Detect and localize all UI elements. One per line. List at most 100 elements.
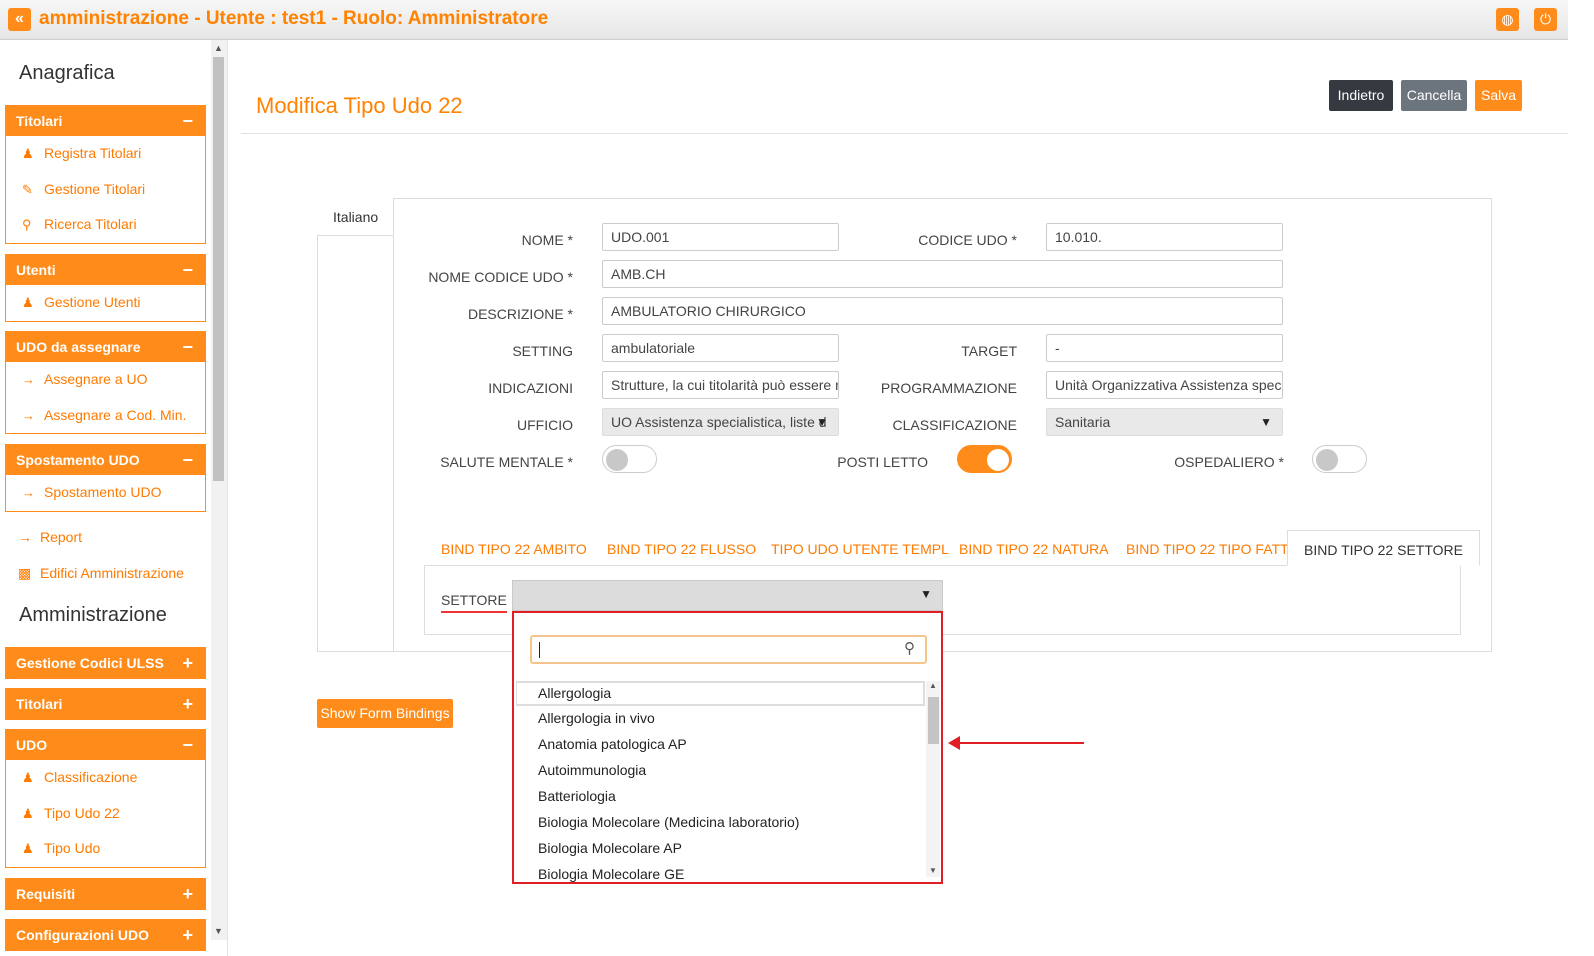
panel-header-gestione-codici-ulss[interactable]: Gestione Codici ULSS +: [6, 648, 205, 678]
save-button[interactable]: Salva: [1475, 80, 1522, 111]
panel-header-label: UDO: [16, 737, 48, 753]
double-chevron-left-icon[interactable]: «: [8, 8, 31, 31]
section-title-amministrazione: Amministrazione: [19, 604, 167, 626]
sidebar-item-spostamento-udo[interactable]: → Spostamento UDO: [6, 475, 205, 511]
panel-header-label: UDO da assegnare: [16, 339, 141, 355]
setting-field[interactable]: ambulatoriale: [602, 334, 839, 362]
panel-header-titolari-amministrazione[interactable]: Titolari +: [6, 689, 205, 719]
show-form-bindings-button[interactable]: Show Form Bindings: [317, 699, 453, 728]
salute-mentale-toggle[interactable]: [602, 445, 657, 473]
codice-udo-field[interactable]: 10.010.: [1046, 223, 1283, 251]
sidebar-item-assegnare-uo[interactable]: → Assegnare a UO: [6, 362, 205, 398]
scroll-up-icon[interactable]: ▲: [929, 681, 937, 690]
tab-italiano[interactable]: Italiano: [317, 198, 394, 236]
tab-bind-tipo-22-natura[interactable]: BIND TIPO 22 NATURA: [959, 530, 1109, 566]
panel-udo-da-assegnare: UDO da assegnare − → Assegnare a UO → Asse…: [5, 331, 206, 434]
user-edit-icon: ♟: [22, 770, 34, 785]
option-batteriologia[interactable]: Batteriologia: [516, 784, 925, 810]
delete-button[interactable]: Cancella: [1401, 80, 1467, 111]
panel-header-spostamento-udo[interactable]: Spostamento UDO −: [6, 445, 205, 475]
sidebar-item-ricerca-titolari[interactable]: ⚲ Ricerca Titolari: [6, 207, 205, 243]
panel-header-utenti[interactable]: Utenti −: [6, 255, 205, 285]
expand-icon[interactable]: +: [182, 879, 193, 909]
expand-icon[interactable]: +: [182, 920, 193, 950]
caret-down-icon: ▼: [816, 415, 828, 429]
scroll-down-icon[interactable]: ▼: [214, 926, 223, 936]
sidebar-scrollbar-thumb[interactable]: [213, 57, 224, 481]
sidebar-item-gestione-titolari[interactable]: ✎ Gestione Titolari: [6, 172, 205, 208]
panel-header-label: Titolari: [16, 113, 63, 129]
sidebar-item-edifici[interactable]: ▩ Edifici Amministrazione: [18, 565, 184, 582]
tab-tipo-udo-utente-templ[interactable]: TIPO UDO UTENTE TEMPL: [771, 530, 949, 566]
scroll-up-icon[interactable]: ▲: [214, 43, 223, 53]
top-bar: « amministrazione - Utente : test1 - Ruo…: [0, 0, 1568, 40]
panel-header-titolari[interactable]: Titolari −: [6, 106, 205, 136]
sidebar-item-gestione-utenti[interactable]: ♟ Gestione Utenti: [6, 285, 205, 321]
caret-down-icon: ▼: [1260, 415, 1272, 429]
nome-field[interactable]: UDO.001: [602, 223, 839, 251]
arrow-right-icon: →: [22, 485, 35, 500]
toggle-knob: [987, 449, 1009, 471]
dropdown-scrollbar[interactable]: ▲ ▼: [926, 681, 940, 877]
option-allergologia-in-vivo[interactable]: Allergologia in vivo: [516, 706, 925, 732]
arrow-right-icon: →: [18, 529, 32, 545]
back-button[interactable]: Indietro: [1329, 80, 1393, 111]
sidebar-item-tipo-udo[interactable]: ♟ Tipo Udo: [6, 831, 205, 867]
sidebar-item-tipo-udo-22[interactable]: ♟ Tipo Udo 22: [6, 796, 205, 832]
panel-header-udo-da-assegnare[interactable]: UDO da assegnare −: [6, 332, 205, 362]
tab-bind-tipo-22-ambito[interactable]: BIND TIPO 22 AMBITO: [441, 530, 587, 566]
app-title: amministrazione - Utente : test1 - Ruolo…: [39, 8, 549, 29]
posti-letto-toggle[interactable]: [957, 445, 1012, 473]
expand-icon[interactable]: +: [182, 648, 193, 678]
option-anatomia-patologica-ap[interactable]: Anatomia patologica AP: [516, 732, 925, 758]
classificazione-select[interactable]: Sanitaria ▼: [1046, 408, 1283, 436]
collapse-icon[interactable]: −: [182, 106, 193, 136]
panel-header-udo[interactable]: UDO −: [6, 730, 205, 760]
option-biologia-molecolare-ge[interactable]: Biologia Molecolare GE: [516, 862, 925, 882]
sidebar-item-classificazione[interactable]: ♟ Classificazione: [6, 760, 205, 796]
target-field[interactable]: -: [1046, 334, 1283, 362]
annotation-arrow-line: [958, 742, 1084, 744]
settore-search-input[interactable]: ⚲: [530, 635, 927, 664]
power-icon[interactable]: ⏻: [1534, 8, 1557, 31]
panel-header-configurazioni-udo[interactable]: Configurazioni UDO +: [6, 920, 205, 950]
dropdown-scrollbar-thumb[interactable]: [928, 697, 939, 744]
tab-bind-tipo-22-flusso[interactable]: BIND TIPO 22 FLUSSO: [607, 530, 756, 566]
collapse-icon[interactable]: −: [182, 255, 193, 285]
ospedaliero-toggle[interactable]: [1312, 445, 1367, 473]
nome-codice-udo-field[interactable]: AMB.CH: [602, 260, 1283, 288]
nome-codice-udo-label: NOME CODICE UDO *: [428, 269, 573, 285]
settore-select[interactable]: ▼: [512, 580, 943, 611]
user-edit-icon: ♟: [22, 841, 34, 856]
caret-down-icon: ▼: [920, 587, 932, 601]
indicazioni-field[interactable]: Strutture, la cui titolarità può essere …: [602, 371, 839, 399]
scroll-down-icon[interactable]: ▼: [929, 866, 937, 875]
option-biologia-molecolare-ap[interactable]: Biologia Molecolare AP: [516, 836, 925, 862]
ufficio-select[interactable]: UO Assistenza specialistica, liste d ▼: [602, 408, 839, 436]
page-title: Modifica Tipo Udo 22: [256, 93, 463, 118]
option-autoimmunologia[interactable]: Autoimmunologia: [516, 758, 925, 784]
tab-bind-tipo-22-settore[interactable]: BIND TIPO 22 SETTORE: [1287, 530, 1480, 566]
programmazione-field[interactable]: Unità Organizzativa Assistenza specia: [1046, 371, 1283, 399]
tab-bind-tipo-22-tipo-fatt[interactable]: BIND TIPO 22 TIPO FATT: [1126, 530, 1289, 566]
panel-header-requisiti[interactable]: Requisiti +: [6, 879, 205, 909]
sidebar-item-report[interactable]: → Report: [18, 529, 82, 545]
collapse-icon[interactable]: −: [182, 730, 193, 760]
settore-dropdown: ⚲ Allergologia Allergologia in vivo Anat…: [512, 611, 943, 884]
sidebar-item-assegnare-cod-min[interactable]: → Assegnare a Cod. Min.: [6, 398, 205, 434]
user-edit-icon: ♟: [22, 146, 34, 161]
sidebar: Anagrafica Titolari − ♟ Registra Titolari…: [0, 40, 228, 956]
setting-label: SETTING: [512, 343, 573, 359]
sidebar-item-registra-titolari[interactable]: ♟ Registra Titolari: [6, 136, 205, 172]
toggle-knob: [606, 449, 628, 471]
descrizione-field[interactable]: AMBULATORIO CHIRURGICO: [602, 297, 1283, 325]
ufficio-label: UFFICIO: [517, 417, 573, 433]
option-allergologia[interactable]: Allergologia: [516, 681, 925, 706]
globe-icon[interactable]: ◍: [1496, 8, 1519, 31]
collapse-icon[interactable]: −: [182, 332, 193, 362]
search-icon: ⚲: [22, 217, 32, 232]
expand-icon[interactable]: +: [182, 689, 193, 719]
option-biologia-molecolare-medicina[interactable]: Biologia Molecolare (Medicina laboratori…: [516, 810, 925, 836]
classificazione-value: Sanitaria: [1055, 414, 1111, 430]
collapse-icon[interactable]: −: [182, 445, 193, 475]
